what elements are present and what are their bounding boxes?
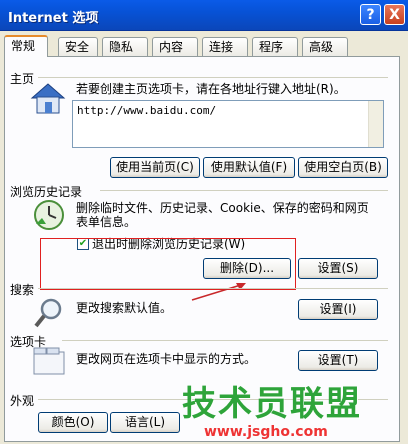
home-url-value: http://www.baidu.com/ <box>77 104 217 117</box>
search-description: 更改搜索默认值。 <box>76 301 173 315</box>
home-description: 若要创建主页选项卡，请在各地址行键入地址(R)。 <box>76 82 346 96</box>
close-button[interactable]: X <box>384 4 405 25</box>
tab-programs[interactable]: 程序 <box>252 37 298 56</box>
search-label: 搜索 <box>10 283 35 297</box>
use-current-button[interactable]: 使用当前页(C) <box>110 157 200 178</box>
tabs-settings-button[interactable]: 设置(T) <box>298 350 378 371</box>
watermark-title: 技术员联盟 <box>182 384 362 424</box>
tab-security[interactable]: 安全 <box>58 37 98 56</box>
history-description-line1: 删除临时文件、历史记录、Cookie、保存的密码和网页 <box>76 201 369 215</box>
tab-advanced[interactable]: 高级 <box>302 37 348 56</box>
help-button[interactable]: ? <box>360 4 381 25</box>
search-separator <box>38 288 388 289</box>
annotation-highlight-box <box>40 238 296 290</box>
tab-privacy[interactable]: 隐私 <box>102 37 148 56</box>
tab-general[interactable]: 常规 <box>4 35 48 57</box>
language-button[interactable]: 语言(L) <box>110 412 180 433</box>
use-default-button[interactable]: 使用默认值(F) <box>203 157 295 178</box>
annotation-arrow-icon <box>191 283 246 301</box>
tabbed-window-icon <box>33 347 65 375</box>
home-separator <box>38 77 388 78</box>
appearance-label: 外观 <box>10 394 35 408</box>
title-bar: Internet 选项 ? X <box>0 0 408 31</box>
watermark-url: www.jsgho.com <box>204 424 328 440</box>
watermark: 技术员联盟 www.jsgho.com <box>178 376 408 444</box>
tabs-description: 更改网页在选项卡中显示的方式。 <box>76 352 257 366</box>
history-clock-icon <box>34 200 64 230</box>
history-settings-button[interactable]: 设置(S) <box>298 258 378 279</box>
history-description-line2: 表单信息。 <box>76 215 137 229</box>
tab-content[interactable]: 内容 <box>152 37 198 56</box>
magnifier-icon <box>34 298 62 328</box>
home-icon <box>30 83 66 114</box>
home-url-textarea[interactable]: http://www.baidu.com/ <box>72 100 384 148</box>
history-separator <box>100 190 388 191</box>
tabs-separator <box>62 340 388 341</box>
window-title: Internet 选项 <box>8 11 99 26</box>
use-blank-button[interactable]: 使用空白页(B) <box>298 157 388 178</box>
search-settings-button[interactable]: 设置(I) <box>298 299 378 320</box>
colors-button[interactable]: 颜色(O) <box>38 412 108 433</box>
tab-connections[interactable]: 连接 <box>202 37 248 56</box>
textarea-scrollbar[interactable] <box>368 101 383 147</box>
